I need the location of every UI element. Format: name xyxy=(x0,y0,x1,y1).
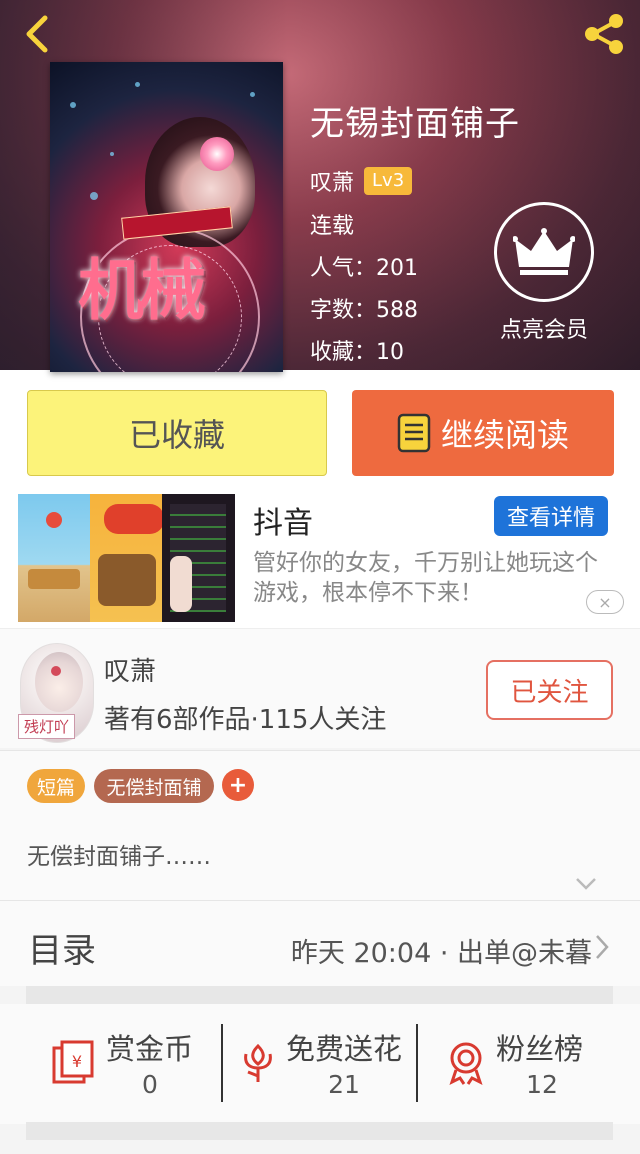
book-title: 无锡封面铺子 xyxy=(310,104,520,144)
table-of-contents-row[interactable]: 目录 昨天 20:04 · 出单@未暮 xyxy=(0,900,640,986)
toc-label: 目录 xyxy=(28,931,96,971)
level-badge: Lv3 xyxy=(364,167,413,195)
ad-banner[interactable]: 抖音 查看详情 管好你的女友，千万别让她玩这个游戏，根本停不下来！ × xyxy=(0,490,640,628)
ad-image[interactable] xyxy=(18,494,235,622)
chevron-left-icon xyxy=(26,15,48,53)
share-button[interactable] xyxy=(580,10,628,58)
avatar-tag: 残灯吖 xyxy=(18,714,76,739)
flower-value: 21 xyxy=(328,1070,360,1099)
ad-close-button[interactable]: × xyxy=(586,590,624,614)
book-info: 无锡封面铺子 叹萧 Lv3 连载 人气：201 字数：588 收藏：10 xyxy=(310,96,520,365)
section-divider-bottom xyxy=(26,1122,613,1140)
book-icon xyxy=(397,413,431,453)
collections-stat: 收藏：10 xyxy=(310,340,404,365)
book-intro: 无偿封面铺子…… xyxy=(27,844,211,870)
book-cover[interactable]: 机械 xyxy=(50,62,283,372)
continue-reading-button[interactable]: 继续阅读 xyxy=(352,390,614,476)
author-meta: 著有6部作品·115人关注 xyxy=(104,705,387,735)
flower-label: 免费送花 xyxy=(286,1032,403,1066)
cover-title: 机械 xyxy=(78,251,206,329)
flower-decoration xyxy=(200,137,234,171)
crown-icon xyxy=(513,228,575,275)
share-icon xyxy=(585,14,623,54)
fan-ranking-item[interactable]: 粉丝榜 12 xyxy=(442,1024,602,1104)
vip-label: 点亮会员 xyxy=(499,318,588,343)
reward-value: 0 xyxy=(142,1070,158,1099)
reward-label: 赏金币 xyxy=(106,1032,194,1066)
action-bar: 已收藏 继续阅读 xyxy=(0,370,640,490)
section-divider xyxy=(26,986,613,1004)
tag-cover-shop[interactable]: 无偿封面铺 xyxy=(94,769,214,803)
ad-detail-button[interactable]: 查看详情 xyxy=(494,496,608,536)
serial-status: 连载 xyxy=(310,214,355,239)
chevron-down-icon[interactable] xyxy=(574,871,598,895)
flower-icon xyxy=(244,1043,272,1082)
author-name[interactable]: 叹萧 xyxy=(104,651,156,688)
ad-title: 抖音 xyxy=(253,506,313,541)
word-count-stat: 字数：588 xyxy=(310,298,418,323)
tags-intro-section: 短篇 无偿封面铺 + 无偿封面铺子…… xyxy=(0,750,640,900)
back-button[interactable] xyxy=(14,12,58,56)
vip-button[interactable]: 点亮会员 xyxy=(492,202,596,344)
ad-description: 管好你的女友，千万别让她玩这个游戏，根本停不下来！ xyxy=(253,550,598,606)
interaction-bar: ¥ 赏金币 0 免费送花 21 粉丝榜 12 xyxy=(0,1004,640,1124)
latest-chapter: 昨天 20:04 · 出单@未暮 xyxy=(290,938,592,969)
author-name-link[interactable]: 叹萧 xyxy=(310,165,354,197)
add-tag-button[interactable]: + xyxy=(222,769,254,801)
followed-button[interactable]: 已关注 xyxy=(486,660,613,720)
popularity-stat: 人气：201 xyxy=(310,256,418,281)
favorited-button[interactable]: 已收藏 xyxy=(27,390,327,476)
continue-reading-label: 继续阅读 xyxy=(440,416,569,454)
reward-coins-item[interactable]: ¥ 赏金币 0 xyxy=(50,1024,200,1104)
tag-short[interactable]: 短篇 xyxy=(27,769,85,803)
svg-text:¥: ¥ xyxy=(72,1052,82,1071)
fans-value: 12 xyxy=(526,1070,558,1099)
fans-label: 粉丝榜 xyxy=(496,1032,584,1066)
chevron-right-icon xyxy=(596,935,609,959)
free-flower-item[interactable]: 免费送花 21 xyxy=(234,1024,410,1104)
author-card[interactable]: 叹萧 著有6部作品·115人关注 已关注 xyxy=(0,628,640,748)
